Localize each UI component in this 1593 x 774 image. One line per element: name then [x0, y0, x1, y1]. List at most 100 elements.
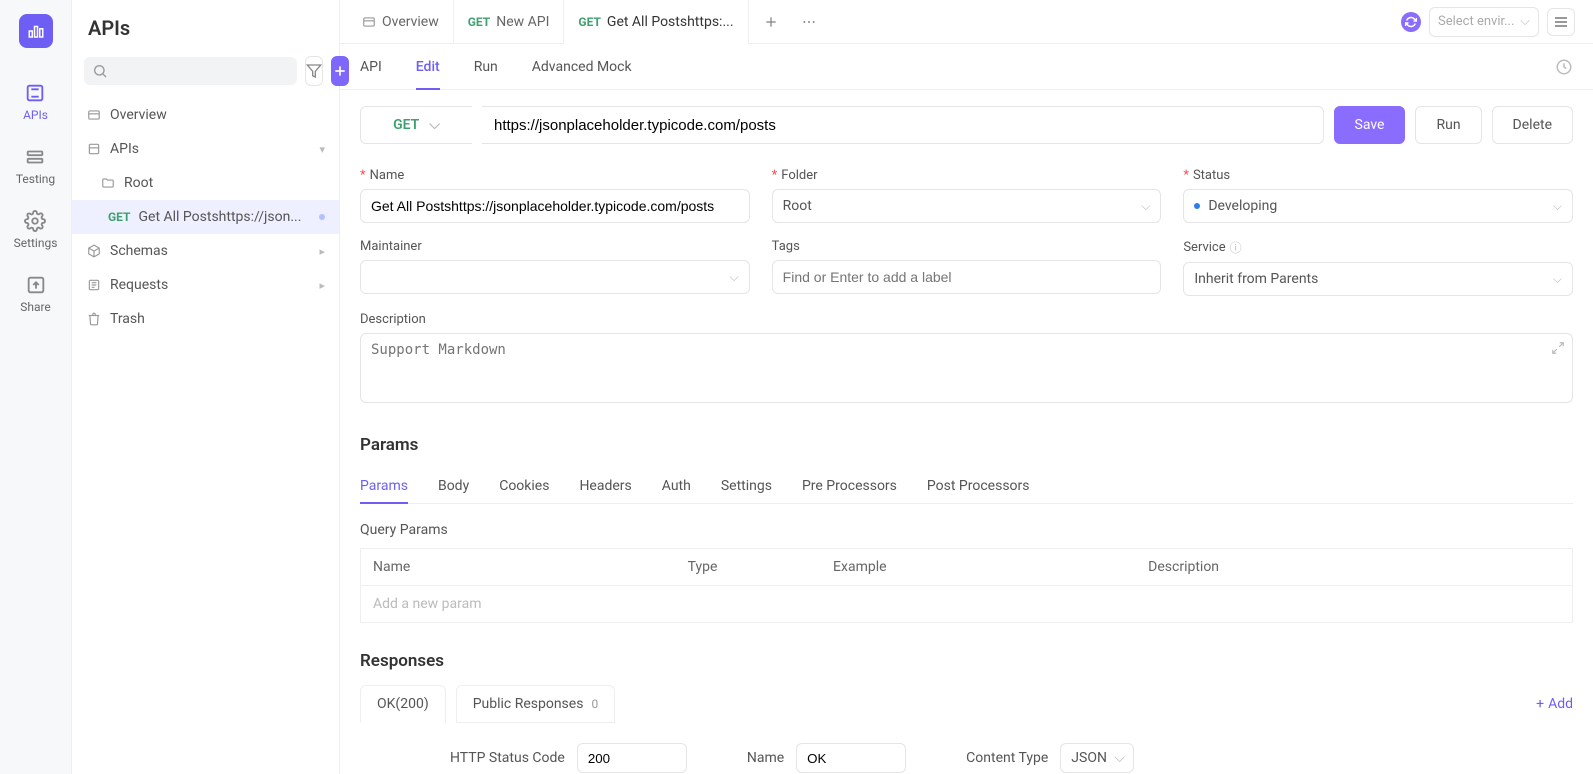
sync-button[interactable] [1401, 12, 1421, 32]
folder-select[interactable]: Root ⌵ [772, 189, 1162, 223]
name-label: Name [360, 168, 404, 183]
tags-input[interactable] [772, 260, 1162, 294]
param-tab-label: Params [360, 478, 408, 494]
menu-button[interactable] [1547, 8, 1575, 36]
service-select[interactable]: Inherit from Parents ⌵ [1183, 262, 1573, 296]
responses-heading: Responses [360, 651, 1573, 671]
environment-select[interactable]: Select envir... ⌵ [1429, 7, 1539, 37]
status-label: Status [1183, 168, 1230, 183]
tree-header: APIs [72, 0, 339, 48]
tab-label: New API [496, 14, 549, 30]
response-name-input[interactable] [796, 743, 906, 773]
tab-overview[interactable]: Overview [348, 0, 454, 44]
gear-icon [24, 210, 46, 232]
field-service: Service ⓘ Inherit from Parents ⌵ [1183, 239, 1573, 296]
expand-icon [1551, 341, 1565, 355]
maintainer-select[interactable]: ⌵ [360, 260, 750, 294]
param-tab-settings[interactable]: Settings [721, 469, 772, 503]
folder-label: Folder [772, 168, 818, 183]
history-icon [1555, 58, 1573, 76]
tree-apis-node[interactable]: APIs ▾ [72, 132, 339, 166]
field-description: Description [360, 312, 1573, 407]
field-tags: Tags [772, 239, 1162, 296]
url-input[interactable] [482, 106, 1324, 144]
filter-icon [306, 63, 322, 79]
responses-tabs: OK(200) Public Responses 0 + Add [360, 685, 1573, 723]
content-type-select[interactable]: JSON ⌵ [1060, 743, 1134, 773]
maintainer-label: Maintainer [360, 239, 422, 254]
chevron-down-icon: ⌵ [1141, 199, 1150, 214]
param-tab-cookies[interactable]: Cookies [499, 469, 549, 503]
sub-tab-run[interactable]: Run [474, 44, 498, 90]
param-tab-headers[interactable]: Headers [579, 469, 631, 503]
plus-icon [763, 14, 779, 30]
method-select[interactable]: GET ⌵ [360, 106, 472, 144]
field-http-status: HTTP Status Code [450, 743, 687, 773]
tree-toolbar [72, 48, 339, 94]
method-value: GET [393, 117, 419, 133]
param-tab-body[interactable]: Body [438, 469, 469, 503]
status-code-input[interactable] [577, 743, 687, 773]
search-input[interactable] [108, 63, 289, 79]
tree-requests-node[interactable]: Requests ▸ [72, 268, 339, 302]
param-tab-pre[interactable]: Pre Processors [802, 469, 897, 503]
name-input[interactable] [360, 189, 750, 223]
tab-label: Get All Postshttps:... [607, 14, 734, 30]
param-tab-post[interactable]: Post Processors [927, 469, 1030, 503]
url-bar: GET ⌵ Save Run Delete [360, 106, 1573, 144]
expand-button[interactable] [1551, 341, 1565, 355]
new-tab-button[interactable] [757, 8, 785, 36]
refresh-icon [1405, 16, 1417, 28]
method-badge: GET [578, 15, 600, 29]
folder-value: Root [783, 198, 812, 214]
tab-new-api[interactable]: GET New API [454, 0, 565, 44]
box-icon [87, 142, 101, 156]
sidebar-item-share[interactable]: Share [20, 274, 51, 314]
sub-tab-api[interactable]: API [360, 44, 382, 90]
tree-overview[interactable]: Overview [72, 98, 339, 132]
tabs-actions [749, 8, 831, 36]
delete-button[interactable]: Delete [1492, 106, 1573, 144]
param-tab-auth[interactable]: Auth [662, 469, 691, 503]
sub-tab-mock[interactable]: Advanced Mock [532, 44, 632, 90]
sidebar-item-settings[interactable]: Settings [14, 210, 58, 250]
tab-more-button[interactable] [795, 8, 823, 36]
content-scroll[interactable]: GET ⌵ Save Run Delete Name Folder Root ⌵ [340, 90, 1593, 774]
description-textarea[interactable] [360, 333, 1573, 403]
sidebar-item-label: Testing [16, 172, 55, 186]
col-type: Type [676, 549, 821, 586]
history-button[interactable] [1555, 58, 1573, 76]
chevron-icon: ▸ [319, 279, 325, 292]
tree-label: APIs [110, 141, 311, 157]
tree-label: Get All Postshttps://json... [138, 209, 311, 225]
param-tab-params[interactable]: Params [360, 469, 408, 503]
tags-label: Tags [772, 239, 800, 254]
field-maintainer: Maintainer ⌵ [360, 239, 750, 296]
status-value: Developing [1208, 198, 1277, 214]
add-response-button[interactable]: + Add [1536, 696, 1573, 712]
table-row[interactable]: Add a new param [361, 586, 1573, 623]
tab-current-request[interactable]: GET Get All Postshttps:... [564, 0, 748, 44]
tabs-bar: Overview GET New API GET Get All Postsht… [340, 0, 1593, 44]
sidebar-item-apis[interactable]: APIs [23, 82, 48, 122]
info-icon[interactable]: ⓘ [1230, 239, 1242, 256]
resp-tab-count: 0 [591, 697, 598, 711]
query-params-label: Query Params [360, 522, 1573, 538]
status-select[interactable]: Developing ⌵ [1183, 189, 1573, 223]
tree-folder-root[interactable]: Root [72, 166, 339, 200]
col-example: Example [821, 549, 1136, 586]
filter-button[interactable] [305, 56, 323, 86]
save-button[interactable]: Save [1334, 106, 1406, 144]
resp-tab-public[interactable]: Public Responses 0 [456, 685, 616, 723]
sub-tab-label: Advanced Mock [532, 59, 632, 75]
search-box[interactable] [84, 57, 297, 85]
tree-trash-node[interactable]: Trash [72, 302, 339, 336]
overview-icon [362, 15, 376, 29]
sub-tab-edit[interactable]: Edit [416, 44, 440, 90]
sidebar-item-testing[interactable]: Testing [16, 146, 55, 186]
tree-request-get-all-posts[interactable]: GET Get All Postshttps://json... [72, 200, 339, 234]
resp-tab-ok[interactable]: OK(200) [360, 685, 446, 723]
run-button[interactable]: Run [1415, 106, 1481, 144]
tree-schemas-node[interactable]: Schemas ▸ [72, 234, 339, 268]
param-tab-label: Post Processors [927, 478, 1030, 494]
